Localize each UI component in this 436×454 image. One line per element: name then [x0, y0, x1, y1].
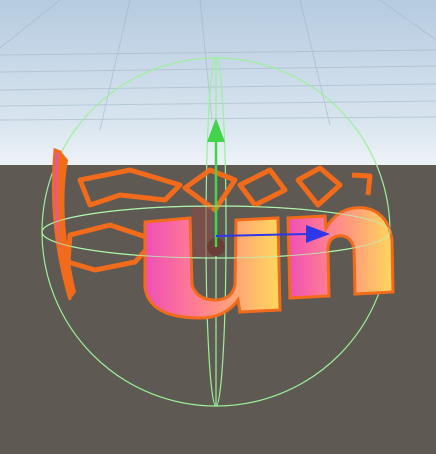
- scene-canvas[interactable]: un: [0, 0, 436, 454]
- scene-viewport[interactable]: un: [0, 0, 436, 454]
